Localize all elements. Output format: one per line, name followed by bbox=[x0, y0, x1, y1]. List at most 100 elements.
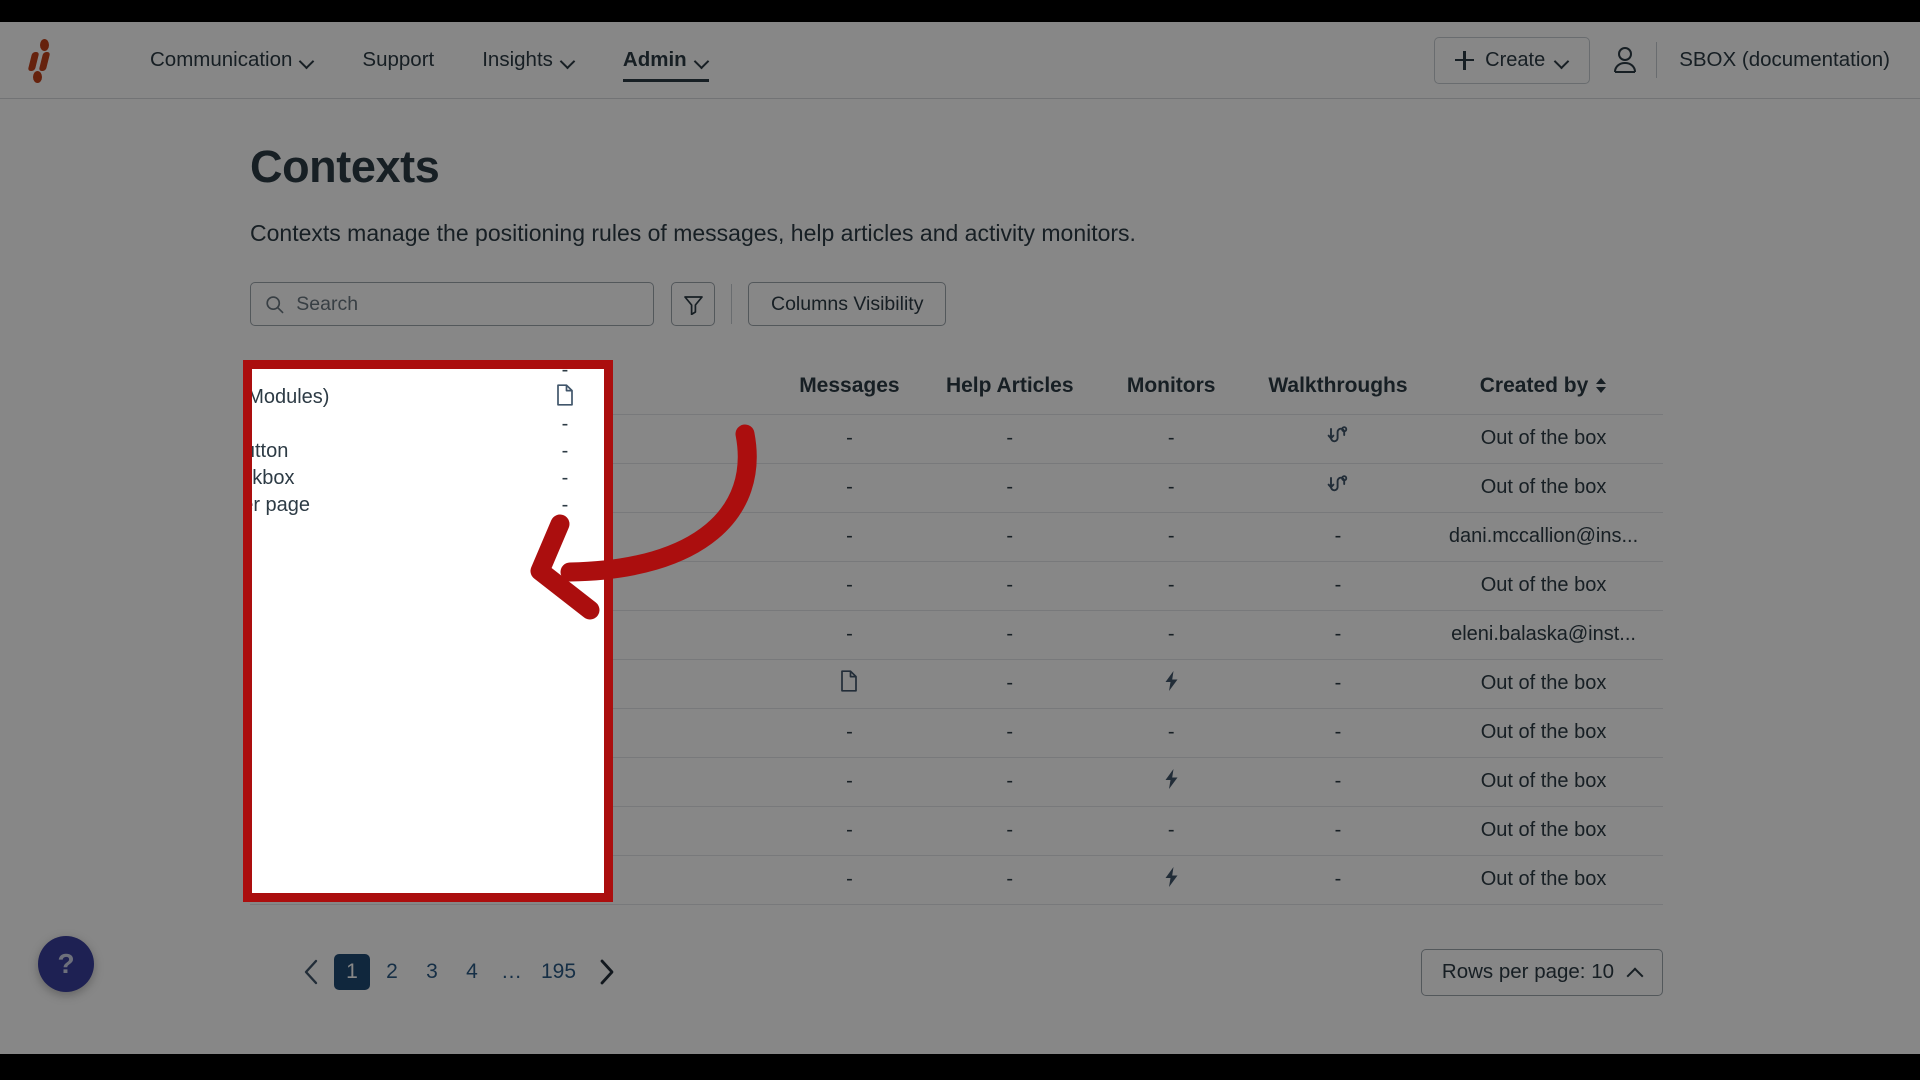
row-name-label: Account files folder page bbox=[340, 868, 560, 890]
row-help-articles-cell: - bbox=[929, 414, 1091, 464]
table-row[interactable]: Account files folder page - - - Out of t… bbox=[250, 855, 1663, 905]
row-name-cell: + Assignment button bbox=[305, 463, 770, 513]
row-checkbox[interactable] bbox=[266, 476, 289, 499]
table-row[interactable]: + Assignment button - - - Out of the box bbox=[250, 463, 1663, 513]
help-button[interactable]: ? bbox=[38, 936, 94, 992]
empty-value: - bbox=[1006, 868, 1014, 890]
table-header: Name Messages Help Articles Monitors Wal… bbox=[250, 358, 1663, 415]
image-icon bbox=[306, 476, 328, 499]
row-created-by-cell: eleni.balaska@inst... bbox=[1424, 610, 1663, 660]
page-content: Contexts Contexts manage the positioning… bbox=[0, 99, 1920, 1054]
row-messages-cell: - bbox=[769, 512, 930, 562]
row-monitors-cell: - bbox=[1090, 708, 1252, 758]
column-header-monitors[interactable]: Monitors bbox=[1090, 358, 1252, 415]
row-checkbox[interactable] bbox=[266, 672, 289, 695]
row-created-by-label: Out of the box bbox=[1480, 819, 1607, 841]
pagination-page-195[interactable]: 195 bbox=[534, 954, 583, 990]
columns-visibility-button[interactable]: Columns Visibility bbox=[748, 282, 947, 326]
table-row[interactable]: +Add to tracker button - - - Out of the … bbox=[250, 757, 1663, 807]
select-all-checkbox[interactable] bbox=[266, 375, 289, 398]
nav-item-insights[interactable]: Insights bbox=[458, 22, 599, 98]
column-header-walkthroughs[interactable]: Walkthroughs bbox=[1251, 358, 1425, 415]
sort-toggle-icon bbox=[1596, 377, 1607, 394]
image-icon bbox=[306, 525, 328, 548]
row-checkbox[interactable] bbox=[266, 721, 289, 744]
empty-value: - bbox=[1167, 476, 1175, 498]
column-header-help-articles[interactable]: Help Articles bbox=[929, 358, 1091, 415]
row-name-cell: +Add to tracker button bbox=[305, 757, 770, 807]
row-created-by-label: dani.mccallion@ins... bbox=[1448, 525, 1639, 547]
chevron-left-icon bbox=[304, 959, 317, 985]
question-mark-icon: ? bbox=[57, 948, 75, 979]
row-messages-cell: - bbox=[769, 757, 930, 807]
nav-item-support[interactable]: Support bbox=[338, 22, 458, 98]
row-select-cell bbox=[250, 757, 306, 807]
image-icon bbox=[306, 574, 328, 597]
person-icon[interactable] bbox=[1612, 45, 1638, 75]
sort-ascending-icon bbox=[371, 382, 384, 390]
walkthrough-icon bbox=[1327, 426, 1348, 443]
nav-label: Insights bbox=[482, 48, 553, 71]
chevron-right-icon bbox=[600, 959, 613, 985]
row-checkbox[interactable] bbox=[266, 819, 289, 842]
create-button-label: Create bbox=[1485, 48, 1546, 71]
row-checkbox[interactable] bbox=[266, 623, 289, 646]
main-nav-items: Communication Support Insights Admin bbox=[126, 22, 733, 98]
row-checkbox[interactable] bbox=[266, 868, 289, 891]
row-name-label: + Assignment button bbox=[340, 476, 523, 498]
row-monitors-cell: - bbox=[1090, 414, 1252, 464]
search-box[interactable] bbox=[250, 282, 654, 326]
column-header-created-by[interactable]: Created by bbox=[1424, 358, 1663, 415]
lightning-icon bbox=[1165, 769, 1178, 789]
rows-per-page-button[interactable]: Rows per page: 10 bbox=[1420, 948, 1663, 996]
row-messages-cell: - bbox=[769, 610, 930, 660]
create-button[interactable]: Create bbox=[1434, 36, 1591, 84]
top-navigation-bar: Communication Support Insights Admin Cre… bbox=[0, 22, 1920, 99]
row-select-cell bbox=[250, 610, 306, 660]
pagination-page-4[interactable]: 4 bbox=[454, 954, 490, 990]
column-header-name[interactable]: Name bbox=[305, 358, 770, 415]
row-name-label: + Discussion button bbox=[340, 574, 517, 596]
table-row[interactable]: + Module button (Modules) - - Out of the… bbox=[250, 659, 1663, 709]
empty-value: - bbox=[846, 525, 853, 547]
nav-item-communication[interactable]: Communication bbox=[126, 22, 338, 98]
row-checkbox[interactable] bbox=[266, 427, 289, 450]
nav-item-admin[interactable]: Admin bbox=[599, 22, 733, 98]
nav-right-group: Create SBOX (documentation) bbox=[1434, 36, 1920, 84]
row-name-cell: + Discussion button bbox=[305, 561, 770, 611]
empty-value: - bbox=[846, 574, 853, 596]
row-checkbox[interactable] bbox=[266, 574, 289, 597]
table-row[interactable]: + Add Questions button - - - Out of the … bbox=[250, 414, 1663, 464]
row-messages-cell: - bbox=[769, 806, 930, 856]
image-icon bbox=[306, 623, 328, 646]
filter-button[interactable] bbox=[671, 282, 715, 326]
row-checkbox[interactable] bbox=[266, 525, 289, 548]
pagination-page-3[interactable]: 3 bbox=[414, 954, 450, 990]
empty-value: - bbox=[846, 721, 853, 743]
search-input[interactable] bbox=[296, 292, 639, 316]
pagination-page-2[interactable]: 2 bbox=[374, 954, 410, 990]
table-row[interactable]: + Discussion button - - - - Out of the b… bbox=[250, 561, 1663, 611]
row-name-cell: + Rubric button bbox=[305, 708, 770, 758]
row-select-cell bbox=[250, 708, 306, 758]
impact-logo-icon[interactable] bbox=[22, 37, 68, 83]
row-name-cell: + Add Questions button bbox=[305, 414, 770, 464]
table-row[interactable]: Access code checkbox - - - - Out of the … bbox=[250, 806, 1663, 856]
table-row[interactable]: + Rubric button - - - - Out of the box bbox=[250, 708, 1663, 758]
table-row[interactable]: + Discussion button - - - - dani.mccalli… bbox=[250, 512, 1663, 562]
row-name-label: + Add Questions button bbox=[340, 427, 550, 449]
row-help-articles-cell: - bbox=[929, 512, 1091, 562]
pagination-prev-button[interactable] bbox=[292, 953, 330, 991]
row-checkbox[interactable] bbox=[266, 770, 289, 793]
row-created-by-cell: dani.mccallion@ins... bbox=[1424, 512, 1663, 562]
lightning-icon bbox=[1165, 671, 1178, 691]
column-header-messages[interactable]: Messages bbox=[769, 358, 930, 415]
row-monitors-cell: - bbox=[1090, 561, 1252, 611]
table-row[interactable]: + module button - - - - eleni.balaska@in… bbox=[250, 610, 1663, 660]
pagination-next-button[interactable] bbox=[587, 953, 625, 991]
walkthrough-icon bbox=[1327, 475, 1348, 492]
row-name-cell: Access code checkbox bbox=[305, 806, 770, 856]
row-walkthroughs-cell bbox=[1251, 463, 1425, 513]
pagination-ellipsis: … bbox=[501, 960, 523, 983]
pagination-page-1[interactable]: 1 bbox=[334, 954, 370, 990]
